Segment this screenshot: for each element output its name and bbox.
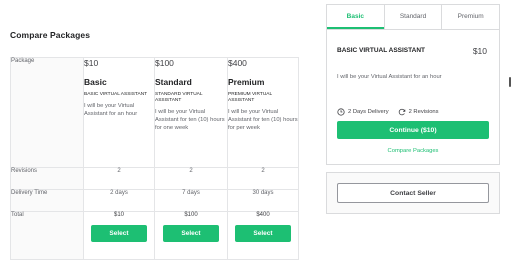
package-standard-cell: $100 Standard STANDARD VIRTUAL ASSISTANT… [154,57,228,168]
revisions-value: 2 [83,167,155,190]
package-name: Basic [84,77,107,87]
delivery-text: 2 Days Delivery [348,109,389,115]
package-meta: 2 Days Delivery 2 Revisions [337,108,439,116]
compare-packages-table: Package $10 Basic BASIC VIRTUAL ASSISTAN… [10,57,299,260]
package-price: $400 [228,58,247,68]
delivery-row: Delivery Time 2 days 7 days 30 days [10,189,299,212]
total-cell: $100 Select [154,211,228,260]
tab-basic[interactable]: Basic [327,5,384,29]
row-label-package: Package [10,57,84,168]
contact-seller-box: Contact Seller [326,172,500,214]
package-title: PREMIUM VIRTUAL ASSISTANT [228,92,272,103]
revisions-value: 2 [154,167,228,190]
package-title: BASIC VIRTUAL ASSISTANT [337,47,425,54]
package-row: Package $10 Basic BASIC VIRTUAL ASSISTAN… [10,57,299,168]
package-name: Premium [228,77,265,87]
package-price: $10 [472,46,487,56]
package-premium-cell: $400 Premium PREMIUM VIRTUAL ASSISTANT I… [227,57,299,168]
delivery-value: 30 days [227,189,299,212]
total-cell: $10 Select [83,211,155,260]
package-price: $100 [155,58,174,68]
package-basic-cell: $10 Basic BASIC VIRTUAL ASSISTANT I will… [83,57,155,168]
revisions-text: 2 Revisions [408,109,439,115]
scrollbar-thumb[interactable] [509,77,511,87]
tab-standard[interactable]: Standard [383,5,442,29]
select-basic-button[interactable]: Select [91,225,147,242]
package-detail: I will be your Virtual Assistant for ten… [155,109,225,131]
package-title: BASIC VIRTUAL ASSISTANT [84,92,148,97]
package-name: Standard [155,77,192,87]
compare-packages-title: Compare Packages [10,30,91,40]
select-standard-button[interactable]: Select [163,225,219,242]
package-title: STANDARD VIRTUAL ASSISTANT [155,92,203,103]
clock-icon [337,108,345,116]
package-price: $10 [84,58,99,68]
revisions-value: 2 [227,167,299,190]
row-label-delivery: Delivery Time [10,189,84,212]
package-sidepanel: Basic Standard Premium BASIC VIRTUAL ASS… [326,4,500,165]
tab-premium[interactable]: Premium [441,5,499,29]
total-row: Total $10 Select $100 Select $400 Select [10,211,299,260]
total-value: $400 [256,212,270,218]
total-value: $10 [113,212,124,218]
total-value: $100 [184,212,198,218]
row-label-revisions: Revisions [10,167,84,190]
package-detail: I will be your Virtual Assistant for an … [84,103,138,117]
package-detail: I will be your Virtual Assistant for ten… [228,109,298,131]
revisions-row: Revisions 2 2 2 [10,167,299,190]
total-cell: $400 Select [227,211,299,260]
row-label-total: Total [10,211,84,260]
delivery-value: 7 days [154,189,228,212]
compare-packages-link[interactable]: Compare Packages [327,148,499,154]
select-premium-button[interactable]: Select [235,225,291,242]
package-description: I will be your Virtual Assistant for an … [337,74,442,80]
contact-seller-button[interactable]: Contact Seller [337,183,489,203]
package-tabs: Basic Standard Premium [327,5,499,30]
delivery-value: 2 days [83,189,155,212]
refresh-icon [398,108,406,116]
continue-button[interactable]: Continue ($10) [337,121,489,139]
